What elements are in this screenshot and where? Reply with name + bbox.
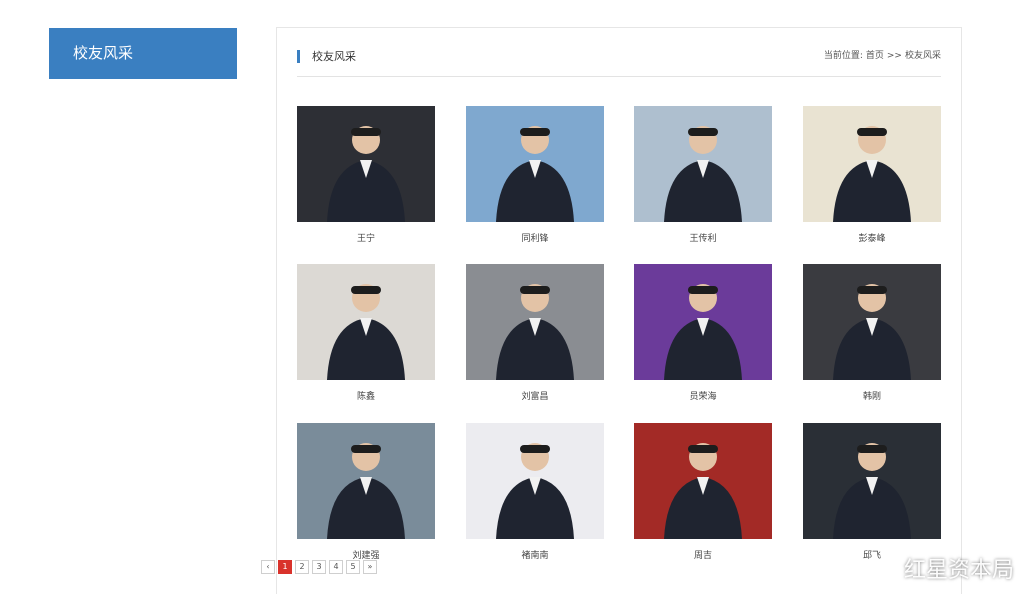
watermark-text: 红星资本局 <box>903 558 1014 583</box>
alumni-name[interactable]: 王宁 <box>297 232 435 246</box>
alumni-card[interactable]: 刘富昌 <box>466 264 604 404</box>
panel-header: 校友风采 当前位置: 首页 >> 校友风采 <box>297 48 941 77</box>
alumni-photo[interactable] <box>803 423 941 539</box>
page-title: 校友风采 <box>312 50 356 63</box>
alumni-card[interactable]: 王宁 <box>297 106 435 246</box>
alumni-photo[interactable] <box>634 106 772 222</box>
title-accent-bar <box>297 50 300 63</box>
page-button[interactable]: » <box>363 560 377 574</box>
alumni-card[interactable]: 陈鑫 <box>297 264 435 404</box>
watermark: 红星资本局 <box>872 552 1014 584</box>
alumni-card[interactable]: 王传利 <box>634 106 772 246</box>
page-button[interactable]: 5 <box>346 560 360 574</box>
alumni-photo[interactable] <box>634 423 772 539</box>
page: 校友风采 校友风采 当前位置: 首页 >> 校友风采 王宁 同利锋 王传利 彭泰峰 陈鑫 刘富昌… <box>0 0 1024 594</box>
alumni-photo[interactable] <box>297 106 435 222</box>
main-panel: 校友风采 当前位置: 首页 >> 校友风采 王宁 同利锋 王传利 彭泰峰 陈鑫 刘富昌 员荣海 韩刚… <box>276 27 962 594</box>
alumni-photo[interactable] <box>466 264 604 380</box>
alumni-card[interactable]: 彭泰峰 <box>803 106 941 246</box>
alumni-photo[interactable] <box>634 264 772 380</box>
pagination: ‹ 1 2 3 4 5» <box>261 560 377 574</box>
page-button[interactable]: 4 <box>329 560 343 574</box>
alumni-name[interactable]: 韩刚 <box>803 390 941 404</box>
page-button[interactable]: 3 <box>312 560 326 574</box>
alumni-name[interactable]: 周吉 <box>634 549 772 563</box>
page-button[interactable]: 1 <box>278 560 292 574</box>
alumni-card[interactable]: 刘建强 <box>297 423 435 563</box>
page-button[interactable]: 2 <box>295 560 309 574</box>
page-button[interactable]: ‹ <box>261 560 275 574</box>
alumni-card[interactable]: 员荣海 <box>634 264 772 404</box>
breadcrumb-current: 校友风采 <box>904 51 941 61</box>
weibo-logo-icon <box>872 559 897 578</box>
alumni-name[interactable]: 王传利 <box>634 232 772 246</box>
alumni-card[interactable]: 褚南南 <box>466 423 604 563</box>
alumni-card[interactable]: 同利锋 <box>466 106 604 246</box>
alumni-name[interactable]: 同利锋 <box>466 232 604 246</box>
alumni-card[interactable]: 周吉 <box>634 423 772 563</box>
alumni-card[interactable]: 邱飞 <box>803 423 941 563</box>
alumni-photo[interactable] <box>803 106 941 222</box>
alumni-name[interactable]: 陈鑫 <box>297 390 435 404</box>
breadcrumb-home-link[interactable]: 首页 <box>866 51 884 61</box>
alumni-photo[interactable] <box>803 264 941 380</box>
alumni-photo[interactable] <box>466 106 604 222</box>
alumni-photo[interactable] <box>297 423 435 539</box>
breadcrumb: 当前位置: 首页 >> 校友风采 <box>821 48 941 65</box>
breadcrumb-prefix: 当前位置: <box>823 51 863 61</box>
alumni-name[interactable]: 刘富昌 <box>466 390 604 404</box>
sidebar-tab-alumni[interactable]: 校友风采 <box>49 28 237 79</box>
alumni-card[interactable]: 韩刚 <box>803 264 941 404</box>
alumni-photo[interactable] <box>466 423 604 539</box>
alumni-name[interactable]: 员荣海 <box>634 390 772 404</box>
alumni-name[interactable]: 彭泰峰 <box>803 232 941 246</box>
breadcrumb-separator: >> <box>886 51 902 61</box>
alumni-photo[interactable] <box>297 264 435 380</box>
alumni-name[interactable]: 褚南南 <box>466 549 604 563</box>
